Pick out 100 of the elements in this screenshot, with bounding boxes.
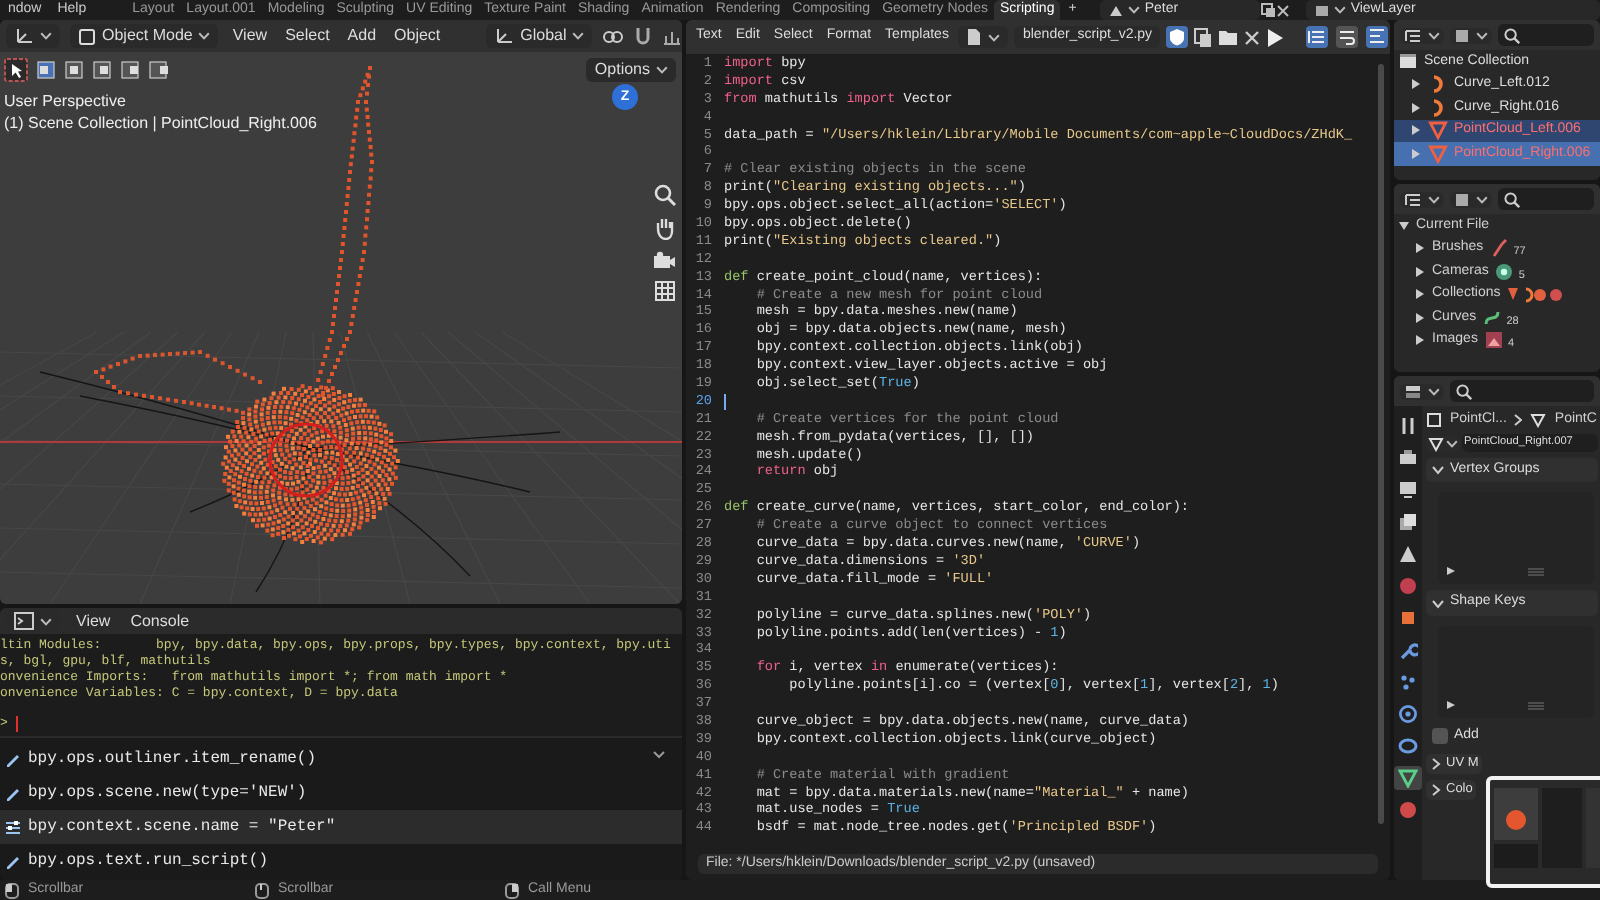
mouse-icon — [504, 881, 520, 899]
viewport-info-text: (1) Scene Collection | PointCloud_Right.006 — [4, 114, 317, 134]
chain-icon[interactable] — [602, 27, 625, 45]
options-dropdown[interactable]: Options — [586, 58, 676, 82]
list-icon — [1404, 191, 1422, 207]
ring-icon[interactable] — [1398, 736, 1418, 756]
mesh-icon — [1428, 143, 1448, 164]
orientation-dropdown[interactable]: Global — [486, 24, 593, 48]
orbit-icon[interactable] — [1398, 704, 1418, 724]
image-icon — [1483, 330, 1504, 351]
mesh-icon — [1428, 120, 1448, 141]
mode-dropdown[interactable]: Object Mode — [70, 24, 219, 48]
search-icon — [1456, 383, 1472, 399]
text-browse-button[interactable] — [958, 26, 1009, 48]
filter-button[interactable] — [1450, 191, 1492, 207]
curve-icon — [1428, 97, 1448, 118]
zoom-icon[interactable] — [653, 184, 675, 206]
expand-arrow-icon[interactable] — [1446, 699, 1456, 710]
menu-item[interactable]: Console — [126, 611, 194, 631]
display-mode-button[interactable] — [1400, 27, 1444, 43]
list-icon — [1404, 27, 1422, 43]
editor-type-button[interactable] — [1400, 383, 1444, 399]
filter-button[interactable] — [1450, 27, 1492, 43]
cone-icon[interactable] — [1398, 544, 1418, 564]
play-icon[interactable] — [1266, 27, 1285, 47]
caret-icon — [198, 32, 211, 40]
hand-icon[interactable] — [653, 216, 675, 240]
search-field[interactable] — [1450, 380, 1594, 402]
document-icon — [966, 28, 983, 46]
scrollbar-thumb[interactable] — [1378, 64, 1384, 824]
triangle-icon — [1530, 412, 1547, 429]
caret-icon — [1428, 387, 1440, 395]
resize-grip-icon[interactable] — [1528, 701, 1544, 710]
axes-icon — [14, 26, 34, 46]
caret-icon — [1476, 31, 1488, 39]
sphere-icon[interactable] — [1398, 800, 1418, 820]
wrench-icon[interactable] — [1398, 640, 1418, 660]
image-stack-icon[interactable] — [1398, 512, 1418, 532]
syntax-highlight-icon[interactable] — [1366, 26, 1389, 48]
monitor-icon[interactable] — [1398, 480, 1418, 500]
grid-icon[interactable] — [653, 280, 675, 302]
history-item[interactable]: bpy.ops.scene.new(type='NEW') — [0, 776, 682, 810]
curve-icon — [1428, 74, 1448, 95]
display-mode-button[interactable] — [1400, 191, 1444, 207]
caret-icon — [656, 65, 668, 74]
search-icon — [1504, 191, 1520, 207]
word-wrap-icon[interactable] — [1336, 26, 1359, 48]
magnet-icon[interactable] — [634, 26, 653, 46]
folder-icon[interactable] — [1218, 28, 1239, 46]
editor-type-button[interactable] — [6, 24, 60, 48]
resize-grip-icon[interactable] — [1528, 568, 1544, 577]
mouse-icon — [254, 881, 270, 899]
brush-icon — [1489, 238, 1510, 259]
printer-icon[interactable] — [1398, 448, 1418, 468]
shield-icon[interactable] — [1166, 26, 1189, 48]
caret-icon — [1476, 195, 1488, 203]
square-outline-icon — [1426, 412, 1442, 429]
close-icon[interactable] — [1244, 29, 1261, 45]
menu-item[interactable]: Add — [343, 26, 381, 46]
axes-icon — [494, 26, 515, 46]
square-icon[interactable] — [1398, 608, 1418, 628]
select-mode-icon[interactable] — [148, 60, 168, 80]
chevron-icon[interactable] — [652, 750, 666, 760]
close-icon[interactable] — [1276, 3, 1291, 17]
tools-icon[interactable] — [1398, 416, 1418, 436]
menu-item[interactable]: View — [72, 611, 115, 631]
triangle-icon[interactable] — [1398, 768, 1418, 788]
select-mode-icon[interactable] — [120, 60, 140, 80]
caret-icon — [1428, 31, 1440, 39]
caret-icon — [988, 33, 1001, 41]
checkbox[interactable] — [1432, 728, 1448, 745]
history-item[interactable]: bpy.ops.outliner.item_rename() — [0, 742, 682, 776]
expand-arrow-icon[interactable] — [1446, 566, 1456, 577]
history-item[interactable]: bpy.context.scene.name = "Peter" — [0, 810, 682, 844]
globe-icon[interactable] — [1398, 576, 1418, 596]
menu-item[interactable]: Select — [281, 26, 334, 46]
mouse-icon — [4, 881, 20, 899]
line-numbers-icon[interactable] — [1306, 26, 1329, 48]
search-field[interactable] — [1498, 188, 1594, 210]
history-item[interactable]: bpy.ops.text.run_script() — [0, 844, 682, 878]
pencil-icon — [4, 852, 22, 870]
dots-icon[interactable] — [1398, 672, 1418, 692]
properties-icon — [1404, 383, 1422, 399]
sliders-icon — [4, 818, 22, 836]
expand-arrow-icon[interactable] — [1398, 219, 1410, 232]
copy-icon[interactable] — [1260, 2, 1277, 18]
caret-icon — [1446, 439, 1458, 448]
menu-item[interactable]: View — [228, 26, 272, 46]
screenshot-thumbnail[interactable] — [1486, 776, 1600, 888]
menu-item[interactable]: Object — [390, 26, 445, 46]
select-tool-icon[interactable] — [4, 58, 28, 82]
caret-icon — [572, 32, 585, 40]
caret-icon — [1334, 6, 1347, 14]
mesh-browse-button[interactable] — [1426, 435, 1460, 452]
camera-icon[interactable] — [652, 250, 676, 270]
caret-icon — [1428, 195, 1440, 203]
chevron-right-icon — [1514, 414, 1523, 427]
copy-icon[interactable] — [1194, 27, 1213, 47]
camera-icon — [1494, 261, 1515, 282]
search-field[interactable] — [1498, 24, 1594, 46]
